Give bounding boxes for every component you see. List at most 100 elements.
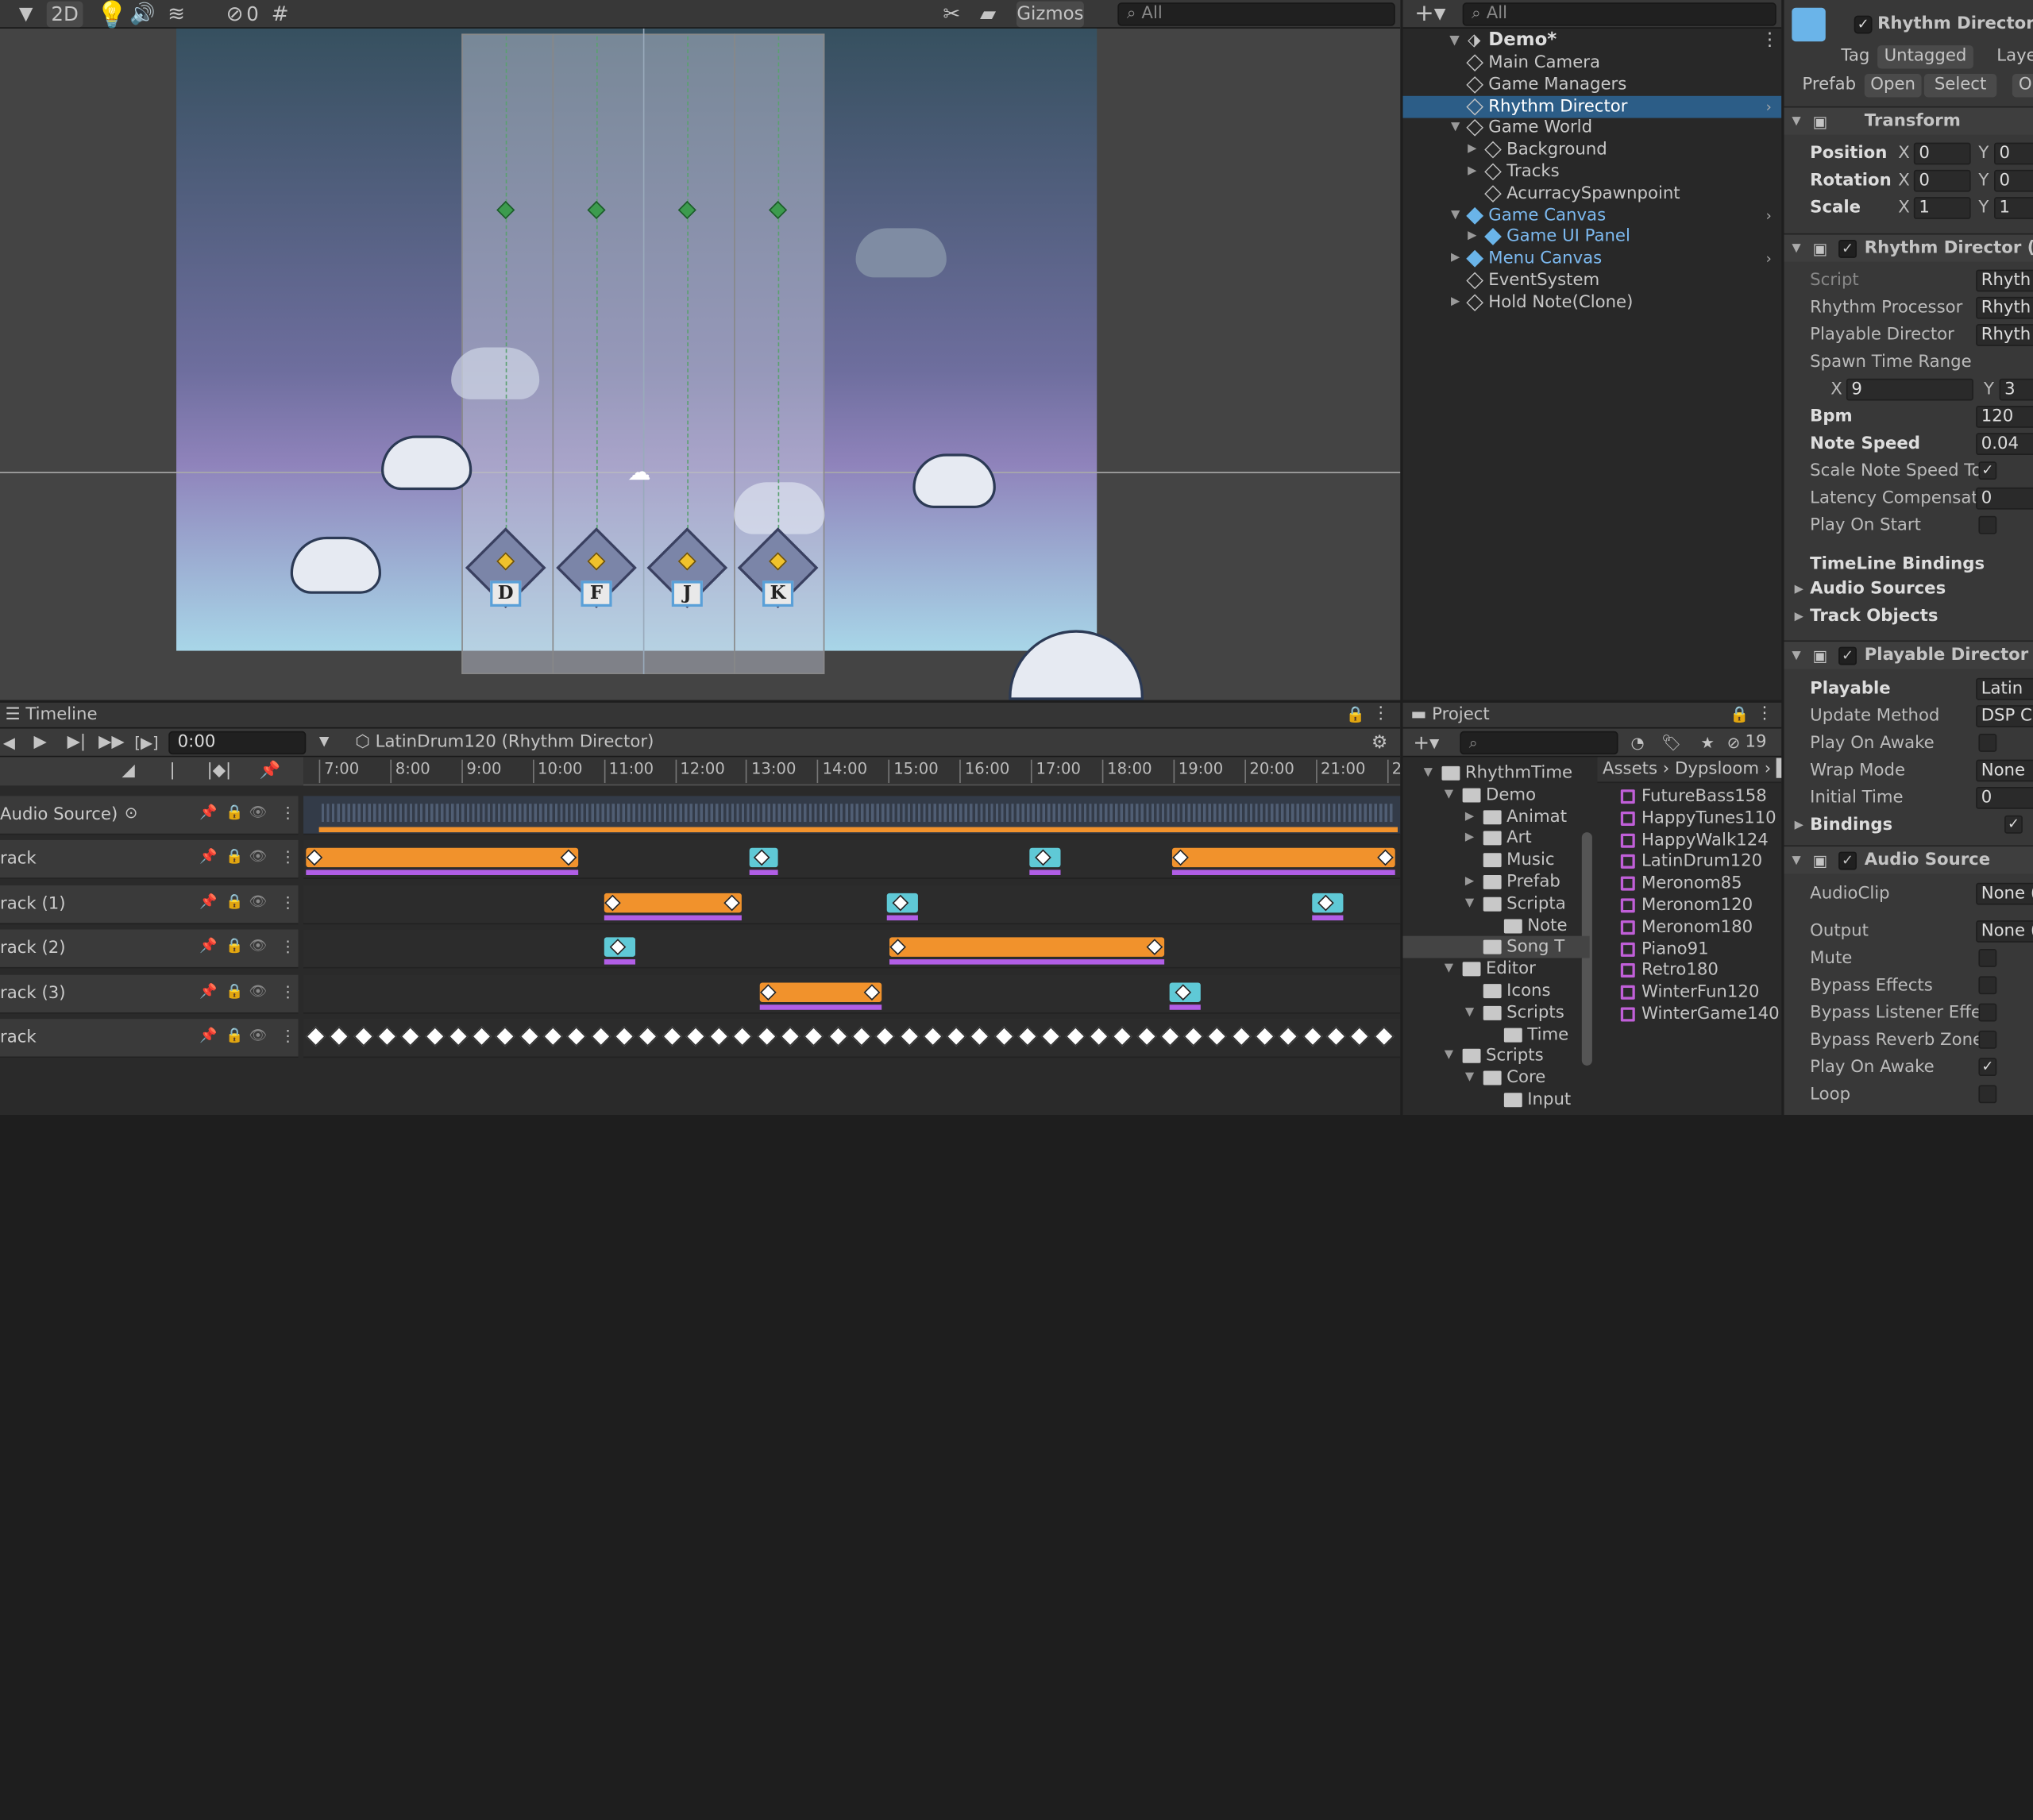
more-icon[interactable]: ⋮ bbox=[280, 804, 296, 822]
toggle-checkbox[interactable]: ✓ bbox=[1978, 1058, 1997, 1077]
field-value[interactable]: 3 bbox=[1999, 378, 2033, 401]
expand-arrow-icon[interactable]: ▼ bbox=[1445, 958, 1453, 981]
field-value[interactable]: 0 bbox=[1976, 786, 2033, 809]
dropdown-icon[interactable]: ▼ bbox=[13, 0, 39, 33]
hierarchy-item[interactable]: ▶ Menu Canvas › bbox=[1403, 248, 1782, 270]
track-header[interactable]: rack 📌 🔒 👁 ⋮ bbox=[0, 1019, 299, 1058]
track-header[interactable]: rack 📌 🔒 👁 ⋮ bbox=[0, 839, 299, 879]
foldout-icon[interactable]: ▼ bbox=[1792, 846, 1800, 875]
expand-arrow-icon[interactable]: ▶ bbox=[1451, 248, 1460, 270]
field-value[interactable]: Latin bbox=[1976, 677, 2033, 700]
add-track-icon[interactable]: ◢ bbox=[114, 752, 143, 791]
field-value[interactable]: Rhyth bbox=[1976, 324, 2033, 346]
field-value[interactable]: 0 bbox=[1913, 142, 1971, 165]
toggle-checkbox[interactable] bbox=[1978, 1030, 1997, 1049]
hierarchy-item[interactable]: ▶ Background bbox=[1403, 139, 1782, 161]
transform-header[interactable]: ▼ ▣ Transform bbox=[1784, 106, 2033, 135]
expand-arrow-icon[interactable]: ▼ bbox=[1465, 1002, 1474, 1024]
timeline-clip[interactable] bbox=[306, 847, 579, 868]
lock-icon[interactable]: 🔒 bbox=[226, 893, 243, 909]
expand-arrow-icon[interactable]: ▶ bbox=[1465, 871, 1474, 893]
hierarchy-item[interactable]: EventSystem bbox=[1403, 270, 1782, 292]
asset-item[interactable]: Retro180 bbox=[1620, 960, 1781, 982]
folder-item[interactable]: ▶ Animat bbox=[1403, 806, 1590, 828]
component-enabled-checkbox[interactable]: ✓ bbox=[1838, 240, 1857, 258]
target-icon[interactable]: ⊙ bbox=[125, 804, 137, 822]
folder-item[interactable]: ▶ Art bbox=[1403, 827, 1590, 850]
audio-source-header[interactable]: ▼ ▣ ✓ Audio Source bbox=[1784, 845, 2033, 875]
expand-arrow-icon[interactable]: ▼ bbox=[1451, 204, 1460, 226]
hierarchy-item[interactable]: ▼ Game Canvas › bbox=[1403, 204, 1782, 226]
asset-item[interactable]: HappyTunes110 bbox=[1620, 808, 1781, 830]
pin-icon[interactable]: 📌 bbox=[199, 982, 217, 999]
pin-icon[interactable]: 📌 bbox=[199, 893, 217, 909]
lighting-icon[interactable]: 💡 bbox=[96, 0, 129, 33]
toggle-checkbox[interactable] bbox=[1978, 515, 1997, 534]
add-icon[interactable]: +▾ bbox=[1410, 0, 1449, 33]
folder-item[interactable]: ▼ Editor bbox=[1403, 958, 1590, 981]
asset-item[interactable]: HappyWalk124 bbox=[1620, 829, 1781, 851]
toggle-checkbox[interactable] bbox=[1978, 949, 1997, 967]
visibility-icon[interactable]: 👁 bbox=[249, 1028, 267, 1044]
toggle-checkbox[interactable]: ✓ bbox=[2004, 815, 2023, 834]
lock-icon[interactable]: 🔒 bbox=[226, 938, 243, 954]
folder-item[interactable]: Input bbox=[1403, 1089, 1590, 1111]
project-search[interactable]: ⌕ bbox=[1460, 731, 1618, 755]
expand-arrow-icon[interactable]: ▶ bbox=[1468, 139, 1476, 161]
lock-icon[interactable]: 🔒 bbox=[226, 848, 243, 865]
track-header[interactable]: rack (3) 📌 🔒 👁 ⋮ bbox=[0, 974, 299, 1014]
add-icon[interactable]: +▾ bbox=[1408, 723, 1445, 762]
foldout-icon[interactable]: ▼ bbox=[1792, 642, 1800, 670]
expand-arrow-icon[interactable]: ▼ bbox=[1465, 1067, 1474, 1089]
field-value[interactable]: 120 bbox=[1976, 405, 2033, 428]
field-value[interactable]: 1 bbox=[1913, 197, 1971, 219]
hierarchy-item[interactable]: Game Managers bbox=[1403, 74, 1782, 96]
hierarchy-search[interactable]: ⌕ All bbox=[1462, 2, 1776, 26]
asset-item[interactable]: WinterGame140 bbox=[1620, 1004, 1781, 1026]
expand-arrow-icon[interactable]: ▶ bbox=[1468, 160, 1476, 183]
folder-item[interactable]: ▼ Core bbox=[1403, 1067, 1590, 1089]
expand-arrow-icon[interactable]: ▶ bbox=[1465, 827, 1474, 850]
scene-search[interactable]: ⌕ All bbox=[1117, 2, 1395, 26]
field-value[interactable]: None (A bbox=[1976, 920, 2033, 943]
toggle-checkbox[interactable] bbox=[1978, 734, 1997, 752]
lock-icon[interactable]: 🔒 bbox=[226, 982, 243, 999]
folder-item[interactable]: Song T bbox=[1402, 936, 1590, 959]
playable-director-header[interactable]: ▼ ▣ ✓ Playable Director bbox=[1784, 640, 2033, 669]
more-icon[interactable]: ⋮ bbox=[280, 848, 296, 866]
open-prefab-icon[interactable]: › bbox=[1766, 248, 1772, 270]
project-tab[interactable]: ▬ Project bbox=[1410, 705, 1489, 724]
expand-arrow-icon[interactable]: ▼ bbox=[1451, 118, 1460, 140]
breadcrumb-item[interactable]: Assets bbox=[1603, 760, 1657, 779]
open-prefab-icon[interactable]: › bbox=[1766, 95, 1772, 118]
hierarchy-item[interactable]: ▶ Hold Note(Clone) bbox=[1403, 291, 1782, 314]
asset-item[interactable]: Meronom120 bbox=[1620, 894, 1781, 916]
2d-toggle[interactable]: 2D bbox=[46, 1, 83, 28]
rhythm-director-header[interactable]: ▼ ▣ ✓ Rhythm Director (Scr bbox=[1784, 233, 2033, 262]
hierarchy-item[interactable]: AcurracySpawnpoint bbox=[1403, 183, 1782, 205]
track-header[interactable]: Audio Source) ⊙ 📌 🔒 👁 ⋮ bbox=[0, 796, 299, 835]
folder-item[interactable]: ▶ Prefab bbox=[1403, 871, 1590, 893]
expand-arrow-icon[interactable]: ▼ bbox=[1445, 1045, 1453, 1067]
asset-item[interactable]: WinterFun120 bbox=[1620, 981, 1781, 1004]
visibility-icon[interactable]: 👁 bbox=[249, 893, 267, 909]
pin-icon[interactable]: 📌 bbox=[199, 848, 217, 865]
hierarchy-item[interactable]: ▼ Game World bbox=[1403, 118, 1782, 140]
expand-arrow-icon[interactable]: ▶ bbox=[1468, 226, 1476, 249]
folder-item[interactable]: Icons bbox=[1403, 980, 1590, 1002]
lock-icon[interactable]: 🔒 bbox=[226, 1028, 243, 1044]
timeline-clip[interactable] bbox=[604, 893, 742, 912]
hierarchy-item[interactable]: ▶ Tracks bbox=[1403, 160, 1782, 183]
field-value[interactable]: DSP Cl bbox=[1976, 705, 2033, 727]
lock-icon[interactable]: 🔒 bbox=[226, 804, 243, 820]
track-header[interactable]: rack (2) 📌 🔒 👁 ⋮ bbox=[0, 929, 299, 969]
folder-item[interactable]: Music bbox=[1403, 850, 1590, 872]
folder-item[interactable]: Note bbox=[1403, 915, 1590, 937]
breadcrumb-item[interactable]: Dypsloom bbox=[1675, 760, 1759, 779]
audio-icon[interactable]: 🔊 bbox=[129, 0, 156, 33]
folder-item[interactable]: ▼ RhythmTime bbox=[1403, 762, 1590, 785]
asset-item[interactable]: Meronom85 bbox=[1620, 873, 1781, 895]
mix-icon[interactable]: |◆| bbox=[205, 752, 233, 791]
expand-arrow-icon[interactable]: ▼ bbox=[1465, 893, 1474, 916]
pin-icon[interactable]: 📌 bbox=[199, 938, 217, 954]
